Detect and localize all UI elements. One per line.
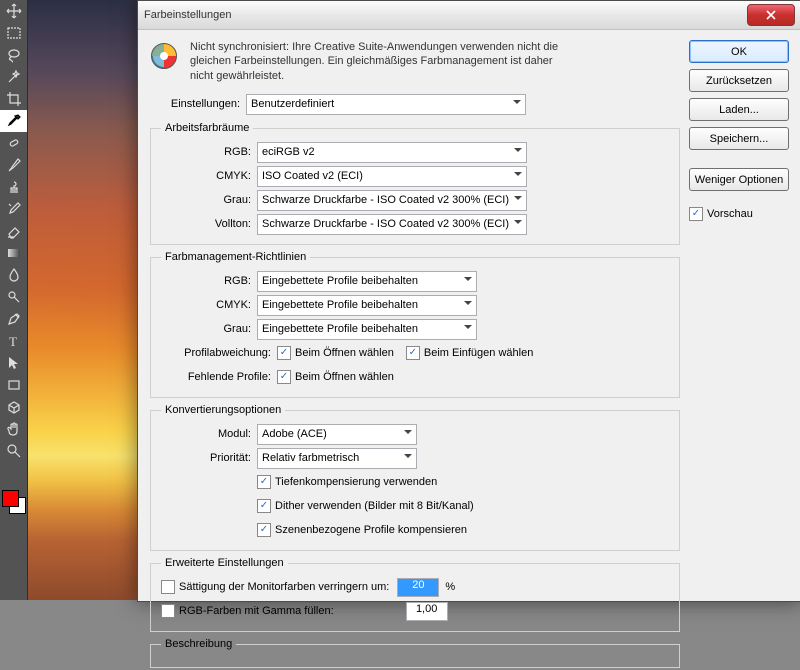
crop-tool[interactable] bbox=[0, 88, 27, 110]
3d-tool[interactable] bbox=[0, 396, 27, 418]
workspaces-group: Arbeitsfarbräume RGB: eciRGB v2 CMYK: IS… bbox=[150, 122, 680, 245]
window-title: Farbeinstellungen bbox=[144, 9, 747, 21]
policy-gray-dropdown[interactable]: Eingebettete Profile beibehalten bbox=[257, 319, 477, 340]
gradient-tool[interactable] bbox=[0, 242, 27, 264]
cmyk-label: CMYK: bbox=[161, 170, 257, 182]
pen-tool[interactable] bbox=[0, 308, 27, 330]
dodge-tool[interactable] bbox=[0, 286, 27, 308]
chevron-down-icon bbox=[464, 301, 472, 309]
reset-button[interactable]: Zurücksetzen bbox=[689, 69, 789, 92]
load-button[interactable]: Laden... bbox=[689, 98, 789, 121]
chevron-down-icon bbox=[514, 172, 522, 180]
gray-dropdown[interactable]: Schwarze Druckfarbe - ISO Coated v2 300%… bbox=[257, 190, 527, 211]
chevron-down-icon bbox=[404, 430, 412, 438]
type-tool[interactable]: T bbox=[0, 330, 27, 352]
percent-unit: % bbox=[445, 581, 455, 593]
mismatch-open-checkbox[interactable]: ✓Beim Öffnen wählen bbox=[277, 346, 394, 360]
policy-gray-label: Grau: bbox=[161, 323, 257, 335]
gamma-input[interactable]: 1,00 bbox=[406, 602, 448, 621]
chevron-down-icon bbox=[514, 220, 522, 228]
chevron-down-icon bbox=[514, 196, 522, 204]
ok-button[interactable]: OK bbox=[689, 40, 789, 63]
policy-cmyk-label: CMYK: bbox=[161, 299, 257, 311]
lasso-tool[interactable] bbox=[0, 44, 27, 66]
chevron-down-icon bbox=[513, 100, 521, 108]
history-brush-tool[interactable] bbox=[0, 198, 27, 220]
marquee-tool[interactable] bbox=[0, 22, 27, 44]
hand-tool[interactable] bbox=[0, 418, 27, 440]
policies-group: Farbmanagement-Richtlinien RGB: Eingebet… bbox=[150, 251, 680, 398]
workspaces-legend: Arbeitsfarbräume bbox=[161, 122, 253, 134]
rgb-label: RGB: bbox=[161, 146, 257, 158]
intent-label: Priorität: bbox=[161, 452, 257, 464]
tool-panel: T bbox=[0, 0, 28, 600]
policies-legend: Farbmanagement-Richtlinien bbox=[161, 251, 310, 263]
zoom-tool[interactable] bbox=[0, 440, 27, 462]
policy-rgb-dropdown[interactable]: Eingebettete Profile beibehalten bbox=[257, 271, 477, 292]
fewer-options-button[interactable]: Weniger Optionen bbox=[689, 168, 789, 191]
path-select-tool[interactable] bbox=[0, 352, 27, 374]
description-legend: Beschreibung bbox=[161, 638, 236, 650]
cmyk-dropdown[interactable]: ISO Coated v2 (ECI) bbox=[257, 166, 527, 187]
missing-label: Fehlende Profile: bbox=[161, 371, 277, 383]
chevron-down-icon bbox=[464, 325, 472, 333]
not-synced-icon bbox=[148, 40, 180, 72]
sync-message: Nicht synchronisiert: Ihre Creative Suit… bbox=[190, 40, 580, 83]
svg-text:T: T bbox=[9, 334, 17, 349]
settings-dropdown[interactable]: Benutzerdefiniert bbox=[246, 94, 526, 115]
heal-tool[interactable] bbox=[0, 132, 27, 154]
preview-label: Vorschau bbox=[707, 208, 753, 220]
advanced-legend: Erweiterte Einstellungen bbox=[161, 557, 288, 569]
mismatch-label: Profilabweichung: bbox=[161, 347, 277, 359]
eraser-tool[interactable] bbox=[0, 220, 27, 242]
rgb-dropdown[interactable]: eciRGB v2 bbox=[257, 142, 527, 163]
save-button[interactable]: Speichern... bbox=[689, 127, 789, 150]
color-swatches[interactable] bbox=[2, 490, 25, 520]
move-tool[interactable] bbox=[0, 0, 27, 22]
brush-tool[interactable] bbox=[0, 154, 27, 176]
close-icon bbox=[766, 10, 776, 20]
engine-label: Modul: bbox=[161, 428, 257, 440]
mismatch-paste-checkbox[interactable]: ✓Beim Einfügen wählen bbox=[406, 346, 533, 360]
chevron-down-icon bbox=[404, 454, 412, 462]
spot-label: Vollton: bbox=[161, 218, 257, 230]
conversion-legend: Konvertierungsoptionen bbox=[161, 404, 285, 416]
eyedropper-tool[interactable] bbox=[0, 110, 27, 132]
policy-cmyk-dropdown[interactable]: Eingebettete Profile beibehalten bbox=[257, 295, 477, 316]
chevron-down-icon bbox=[464, 277, 472, 285]
foreground-swatch[interactable] bbox=[2, 490, 19, 507]
desat-checkbox[interactable]: .Sättigung der Monitorfarben verringern … bbox=[161, 580, 389, 594]
color-settings-dialog: Farbeinstellungen Nicht synchronisiert: … bbox=[137, 0, 800, 602]
gamma-checkbox[interactable]: .RGB-Farben mit Gamma füllen: bbox=[161, 604, 334, 618]
spot-dropdown[interactable]: Schwarze Druckfarbe - ISO Coated v2 300%… bbox=[257, 214, 527, 235]
engine-dropdown[interactable]: Adobe (ACE) bbox=[257, 424, 417, 445]
advanced-group: Erweiterte Einstellungen .Sättigung der … bbox=[150, 557, 680, 632]
missing-open-checkbox[interactable]: ✓Beim Öffnen wählen bbox=[277, 370, 394, 384]
conversion-group: Konvertierungsoptionen Modul: Adobe (ACE… bbox=[150, 404, 680, 551]
chevron-down-icon bbox=[514, 148, 522, 156]
dither-checkbox[interactable]: ✓Dither verwenden (Bilder mit 8 Bit/Kana… bbox=[257, 499, 474, 513]
blur-tool[interactable] bbox=[0, 264, 27, 286]
wand-tool[interactable] bbox=[0, 66, 27, 88]
blackpoint-checkbox[interactable]: ✓Tiefenkompensierung verwenden bbox=[257, 475, 437, 489]
close-button[interactable] bbox=[747, 4, 795, 26]
settings-label: Einstellungen: bbox=[150, 98, 246, 110]
desat-input[interactable]: 20 bbox=[397, 578, 439, 597]
titlebar[interactable]: Farbeinstellungen bbox=[138, 1, 800, 30]
shape-tool[interactable] bbox=[0, 374, 27, 396]
side-buttons: OK Zurücksetzen Laden... Speichern... We… bbox=[689, 40, 789, 221]
gray-label: Grau: bbox=[161, 194, 257, 206]
intent-dropdown[interactable]: Relativ farbmetrisch bbox=[257, 448, 417, 469]
preview-checkbox[interactable]: ✓ Vorschau bbox=[689, 207, 789, 221]
description-group: Beschreibung bbox=[150, 638, 680, 668]
scene-checkbox[interactable]: ✓Szenenbezogene Profile kompensieren bbox=[257, 523, 467, 537]
stamp-tool[interactable] bbox=[0, 176, 27, 198]
policy-rgb-label: RGB: bbox=[161, 275, 257, 287]
checkmark-icon: ✓ bbox=[689, 207, 703, 221]
